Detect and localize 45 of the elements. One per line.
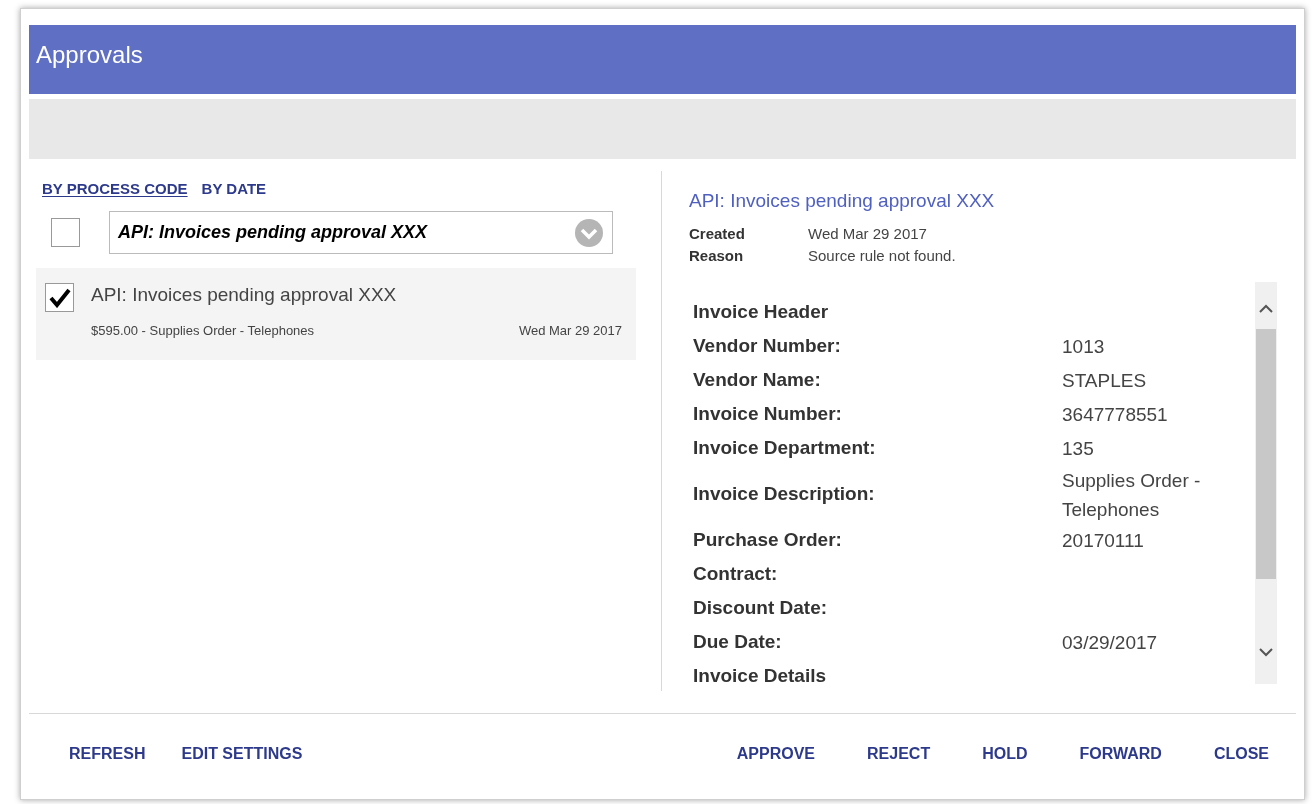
footer-button[interactable]: HOLD — [982, 742, 1028, 766]
field-label: Purchase Order: — [693, 528, 843, 553]
scroll-thumb[interactable] — [1256, 328, 1276, 579]
footer-button[interactable]: CLOSE — [1213, 742, 1269, 766]
field-label: Invoice Department: — [693, 436, 877, 461]
footer-button[interactable]: FORWARD — [1079, 742, 1162, 766]
field-label: Vendor Name: — [693, 368, 822, 393]
meta-value: Wed Mar 29 2017 — [808, 223, 927, 244]
item-date: Wed Mar 29 2017 — [518, 322, 622, 340]
footer-button[interactable]: REJECT — [867, 742, 931, 766]
item-title: API: Invoices pending approval XXX — [91, 283, 398, 307]
field-value: 1013 — [1062, 335, 1106, 359]
item-summary: $595.00 - Supplies Order - Telephones — [91, 322, 315, 340]
field-label: Invoice Number: — [693, 402, 843, 427]
field-value: 03/29/2017 — [1062, 631, 1159, 655]
approval-title: API: Invoices pending approval XXX — [689, 189, 996, 213]
meta-label: Reason — [689, 245, 745, 266]
view-tab[interactable]: BY PROCESS CODE — [42, 177, 188, 201]
footer-button[interactable]: APPROVE — [736, 742, 816, 766]
meta-label: Created — [689, 223, 746, 244]
scroll-up-icon[interactable] — [1259, 303, 1273, 314]
scrollbar[interactable] — [1255, 281, 1277, 684]
view-tab[interactable]: BY DATE — [201, 177, 267, 201]
field-label: Due Date: — [693, 630, 783, 655]
field-value: 3647778551 — [1062, 403, 1169, 427]
field-value: STAPLES — [1062, 369, 1148, 393]
meta-value: Source rule not found. — [808, 245, 956, 266]
field-label: Invoice Description: — [693, 482, 876, 507]
approval-item[interactable]: API: Invoices pending approval XXX $595.00 - Supplies Order - Telephones Wed Mar 29 2017 — [36, 268, 636, 360]
footer-button[interactable]: EDIT SETTINGS — [181, 742, 303, 766]
checkbox[interactable] — [51, 218, 80, 247]
scroll-down-icon[interactable] — [1259, 646, 1273, 657]
field-value: 20170111 — [1062, 529, 1145, 553]
process-dropdown[interactable]: API: Invoices pending approval XXX — [109, 211, 613, 254]
window-title: Approvals — [36, 40, 143, 70]
field-value: 135 — [1062, 437, 1095, 461]
checkbox[interactable] — [45, 283, 74, 312]
field-label: Contract: — [693, 562, 779, 587]
field-label: Discount Date: — [693, 596, 829, 621]
field-value: Supplies Order - Telephones — [1062, 468, 1202, 522]
field-label: Invoice Header — [693, 300, 830, 325]
chevron-down-icon — [574, 217, 604, 248]
field-label: Invoice Details — [693, 664, 828, 689]
footer-button[interactable]: REFRESH — [69, 742, 146, 766]
field-label: Vendor Number: — [693, 334, 842, 359]
